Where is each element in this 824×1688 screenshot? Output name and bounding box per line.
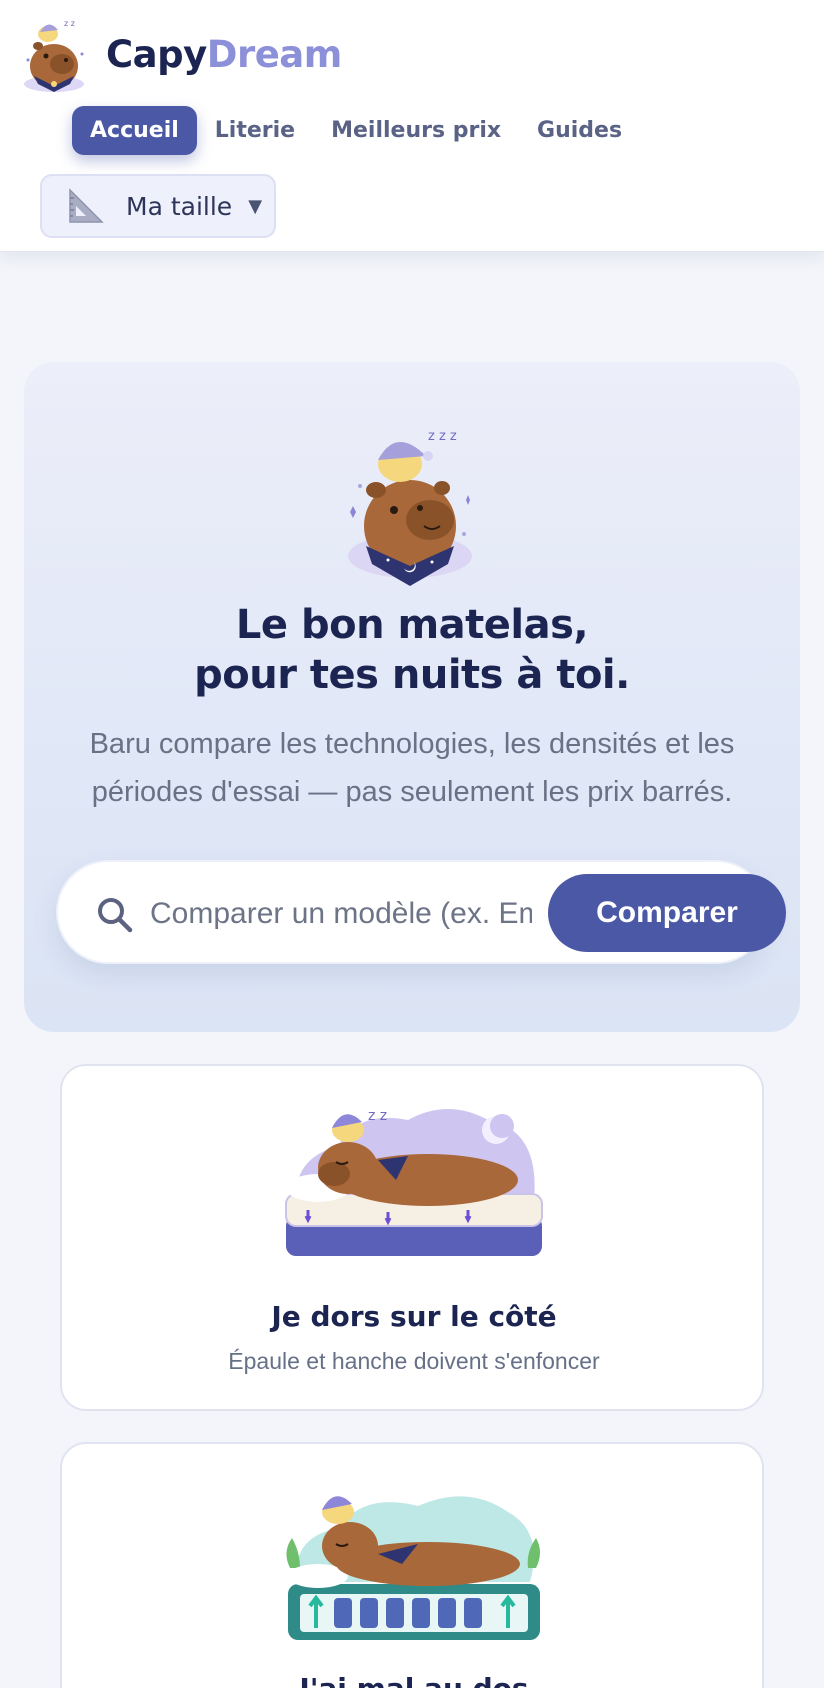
brand[interactable]: z z CapyDream [20,14,342,94]
side-sleeper-illustration: z z [285,1108,543,1256]
hero-title-line1: Le bon matelas, [235,602,589,648]
search-icon [98,898,133,933]
brand-name-part2: Dream [206,32,343,76]
site-header: z z CapyDream Accueil Literie Meilleurs … [0,0,824,252]
card-title: J'ai mal au dos [62,1672,766,1688]
search-bar: Comparer [56,860,786,964]
back-support-illustration [286,1496,540,1640]
hero-title: Le bon matelas, pour tes nuits à toi. [24,600,800,700]
svg-text:z z z: z z z [428,429,457,444]
capybara-mascot-illustration: z z z [348,429,472,586]
capybara-logo-icon: z z [24,19,84,92]
size-dropdown-label: Ma taille [126,191,233,221]
nav-item-guides[interactable]: Guides [519,106,640,155]
ruler-triangle-icon [69,188,104,223]
brand-name: CapyDream [106,33,342,76]
nav-item-accueil[interactable]: Accueil [72,106,197,155]
chevron-down-icon: ▼ [248,195,263,217]
hero-title-line2: pour tes nuits à toi. [194,652,630,698]
card-description: Épaule et hanche doivent s'enfoncer [228,1348,600,1374]
nav-item-literie[interactable]: Literie [197,106,313,155]
svg-text:z z: z z [368,1108,387,1124]
nav-item-meilleurs-prix[interactable]: Meilleurs prix [313,106,519,155]
brand-name-part1: Capy [106,32,207,76]
card-title: Je dors sur le côté [271,1300,557,1333]
search-input[interactable] [150,890,532,938]
card-back-pain[interactable]: J'ai mal au dos [60,1442,764,1688]
card-side-sleeper[interactable]: z z Je dors sur le côté Épaule et hanche… [60,1064,764,1411]
hero-section: z z z Le bon matelas, pour tes nuits à t… [24,362,800,1032]
hero-subtitle: Baru compare les technologies, les densi… [89,728,735,808]
size-dropdown-button[interactable]: Ma taille ▼ [40,174,276,238]
svg-text:z z: z z [64,19,75,28]
compare-button[interactable]: Comparer [548,874,786,952]
main-nav: Accueil Literie Meilleurs prix Guides [72,106,640,155]
